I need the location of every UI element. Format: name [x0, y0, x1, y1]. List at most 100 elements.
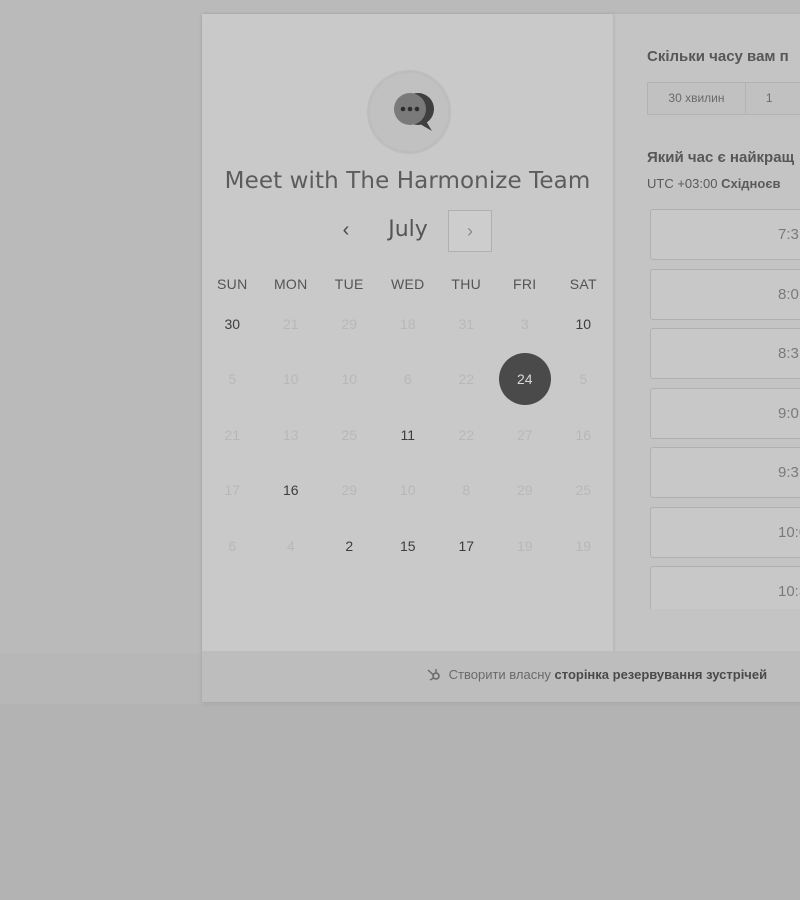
time-slot-button[interactable]: 8:0 [650, 268, 800, 320]
calendar-day: 29 [320, 296, 379, 352]
calendar-day-number: 6 [403, 371, 412, 388]
calendar-day-number: 22 [458, 426, 475, 443]
chevron-right-icon: › [467, 221, 473, 241]
calendar-day[interactable]: 17 [437, 518, 496, 574]
calendar-day-number: 27 [516, 426, 533, 443]
calendar-days-grid: 30 21 29 18 31 3 10 5 10 10 6 22 24 5 21 13 25 11 22 27 16 17… [202, 296, 613, 574]
calendar-day: 4 [262, 518, 321, 574]
calendar-day[interactable]: 16 [262, 463, 321, 519]
calendar-day-number: 18 [399, 315, 416, 332]
calendar-day: 19 [496, 518, 555, 574]
calendar-day[interactable]: 10 [554, 296, 613, 352]
timezone-selector[interactable]: UTC +03:00 Східноєв [647, 176, 781, 191]
calendar-day-number: 6 [228, 537, 237, 554]
calendar-day-number: 10 [399, 482, 416, 499]
duration-option-30min[interactable]: 30 хвилин [648, 83, 746, 114]
weekday-label: WED [390, 276, 425, 292]
calendar-day: 10 [379, 463, 438, 519]
calendar-day: 5 [203, 352, 262, 408]
avatar [367, 70, 451, 154]
calendar-panel: Meet with The Harmonize Team ‹ July › SU… [202, 14, 613, 651]
time-slot-button[interactable]: 10:0 [650, 506, 800, 558]
calendar-day-number: 17 [458, 537, 475, 554]
weekday-label: TUE [334, 276, 364, 292]
host-title: Meet with The Harmonize Team [224, 168, 591, 194]
calendar-week-row: 30 21 29 18 31 3 10 [202, 296, 613, 352]
time-slot-button[interactable]: 9:0 [650, 387, 800, 439]
prev-month-button[interactable]: ‹ [330, 214, 362, 246]
calendar-day: 29 [496, 463, 555, 519]
calendar-day-number: 4 [286, 537, 295, 554]
calendar-week-row: 17 16 29 10 8 29 25 [202, 463, 613, 519]
calendar-day: 3 [496, 296, 555, 352]
calendar-day: 6 [203, 518, 262, 574]
calendar-day: 25 [554, 463, 613, 519]
calendar-day-number: 24 [498, 353, 551, 406]
calendar-day-number: 2 [345, 537, 354, 554]
calendar-day-number: 17 [224, 482, 241, 499]
calendar-day-number: 10 [575, 315, 592, 332]
next-month-button[interactable]: › [448, 210, 492, 252]
duration-selector: 30 хвилин 1 [647, 82, 800, 115]
calendar-day: 10 [262, 352, 321, 408]
duration-question: Скільки часу вам п [647, 48, 789, 65]
timezone-offset: UTC +03:00 [647, 176, 718, 191]
calendar-day-selected[interactable]: 24 [496, 352, 555, 408]
calendar-day-number: 10 [341, 371, 358, 388]
calendar-day[interactable]: 2 [320, 518, 379, 574]
booking-panel: Скільки часу вам п 30 хвилин 1 Який час … [613, 14, 800, 651]
calendar-day-number: 29 [341, 315, 358, 332]
footer: Створити власну сторінка резервування зу… [202, 651, 800, 702]
calendar-week-row: 5 10 10 6 22 24 5 [202, 352, 613, 408]
calendar-day-number: 22 [458, 371, 475, 388]
weekday-header: SUN MON TUE WED THU FRI SAT [202, 276, 613, 296]
calendar-day-number: 5 [579, 371, 588, 388]
time-slot-button[interactable]: 7:3 [650, 209, 800, 260]
time-slot-button[interactable]: 8:3 [650, 328, 800, 379]
calendar-day-number: 29 [341, 482, 358, 499]
calendar-day: 10 [320, 352, 379, 408]
month-navigation: ‹ July › [202, 210, 613, 254]
calendar-day: 18 [379, 296, 438, 352]
calendar-day-number: 11 [400, 426, 416, 443]
calendar-day: 21 [203, 407, 262, 463]
time-slot-list[interactable]: 7:3 8:0 8:3 9:0 9:3 10:0 10:3 [650, 209, 800, 609]
calendar-day-number: 19 [516, 537, 533, 554]
calendar-day-number: 8 [462, 482, 471, 499]
calendar-day: 6 [379, 352, 438, 408]
calendar-day[interactable]: 15 [379, 518, 438, 574]
footer-link-text[interactable]: сторінка резервування зустрічей [555, 667, 768, 682]
calendar-day[interactable]: 30 [203, 296, 262, 352]
calendar-day-number: 21 [282, 315, 299, 332]
calendar-day: 19 [554, 518, 613, 574]
calendar-day-number: 21 [224, 426, 241, 443]
calendar-week-row: 21 13 25 11 22 27 16 [202, 407, 613, 463]
calendar-day-number: 16 [282, 482, 299, 499]
calendar-day[interactable]: 11 [379, 407, 438, 463]
calendar-day: 16 [554, 407, 613, 463]
calendar-day: 31 [437, 296, 496, 352]
calendar-week-row: 6 4 2 15 17 19 19 [202, 518, 613, 574]
calendar-day-number: 29 [516, 482, 533, 499]
calendar-day: 21 [262, 296, 321, 352]
weekday-label: SAT [569, 276, 597, 292]
time-slot-button[interactable]: 9:3 [650, 447, 800, 498]
calendar-day: 8 [437, 463, 496, 519]
calendar-day: 25 [320, 407, 379, 463]
duration-option-1h[interactable]: 1 [746, 83, 800, 114]
calendar-day-number: 25 [575, 482, 592, 499]
time-question: Який час є найкращ [647, 149, 795, 166]
hubspot-sprocket-icon [427, 669, 440, 681]
calendar-day-number: 30 [224, 315, 241, 332]
meetings-widget: Meet with The Harmonize Team ‹ July › SU… [202, 14, 800, 702]
calendar-day-number: 19 [575, 537, 592, 554]
footer-prefix: Створити власну [448, 667, 551, 682]
calendar-day-number: 10 [282, 371, 299, 388]
calendar-day: 27 [496, 407, 555, 463]
weekday-label: FRI [513, 276, 537, 292]
time-slot-button[interactable]: 10:3 [650, 566, 800, 609]
calendar-day: 5 [554, 352, 613, 408]
create-page-link[interactable]: Створити власну сторінка резервування зу… [426, 667, 767, 682]
chevron-left-icon: ‹ [342, 219, 350, 241]
month-label: July [388, 217, 428, 242]
